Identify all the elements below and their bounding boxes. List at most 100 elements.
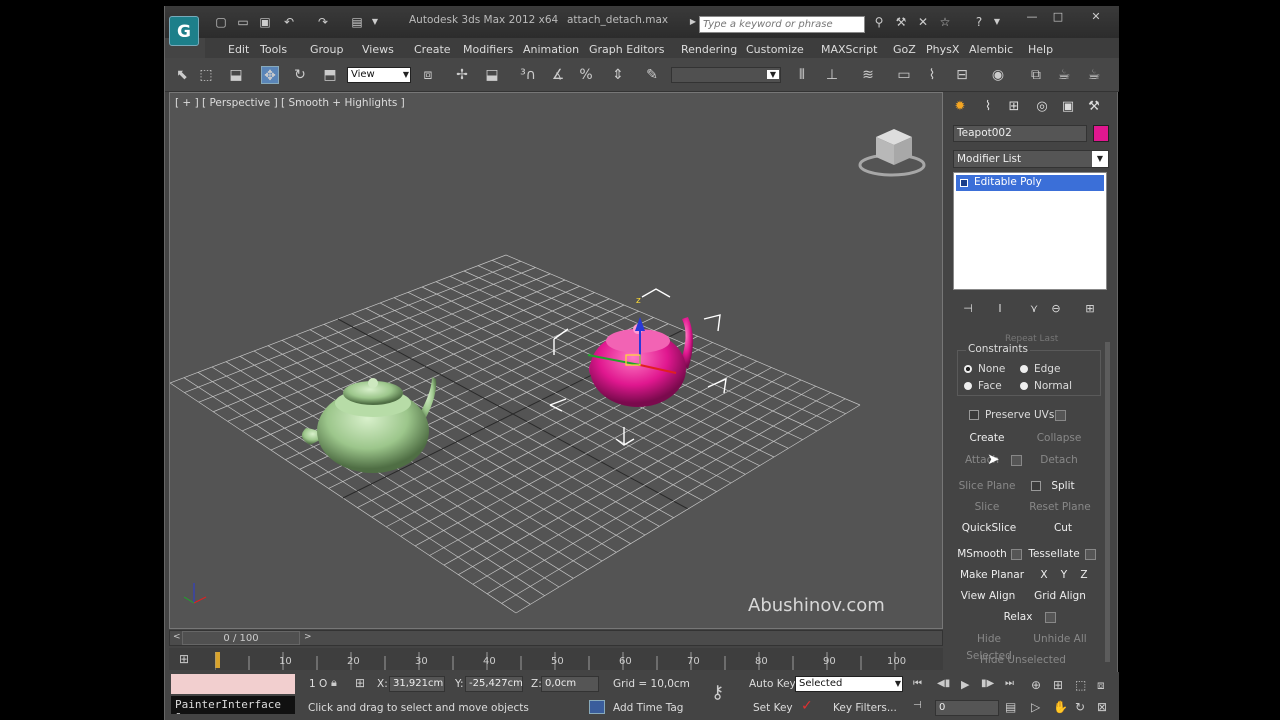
orbit-icon[interactable]: ↻ [1075, 700, 1085, 714]
pin-stack-icon[interactable]: ⊣ [961, 302, 975, 316]
maximize-viewport-icon[interactable]: ⊠ [1097, 700, 1107, 714]
prev-key-icon[interactable]: ◀▮ [937, 678, 950, 689]
msmooth-button[interactable]: MSmooth [955, 546, 1009, 563]
rendered-frame-icon[interactable]: ☕ [1055, 66, 1073, 84]
help-icon[interactable]: ? [971, 15, 987, 29]
unhide-all-button[interactable]: Unhide All [1029, 631, 1091, 648]
tessellate-button[interactable]: Tessellate [1027, 546, 1081, 563]
percent-snap-icon[interactable]: % [577, 66, 595, 84]
reset-plane-button[interactable]: Reset Plane [1027, 499, 1093, 516]
menu-help[interactable]: Help [1028, 43, 1053, 56]
tessellate-settings-button[interactable] [1085, 549, 1096, 560]
planar-y-button[interactable]: Y [1057, 567, 1071, 584]
object-color-swatch[interactable] [1093, 125, 1109, 142]
z-coordinate-field[interactable]: 0,0cm [541, 676, 599, 692]
zoom-extents-icon[interactable]: ⬚ [1075, 678, 1086, 692]
perspective-viewport[interactable]: z [ + ] [ Perspective ] [ Smooth + Highl… [169, 92, 943, 629]
menu-customize[interactable]: Customize [746, 43, 804, 56]
new-file-icon[interactable]: ▢ [213, 15, 229, 29]
grid-align-button[interactable]: Grid Align [1029, 588, 1091, 605]
x-coordinate-field[interactable]: 31,921cm [389, 676, 445, 692]
show-end-result-icon[interactable]: Ⅰ [993, 302, 1007, 316]
cut-button[interactable]: Cut [1037, 520, 1089, 537]
favorites-icon[interactable]: ☆ [937, 15, 953, 29]
menu-tools[interactable]: Tools [260, 43, 287, 56]
maxscript-mini-listener[interactable] [171, 674, 295, 694]
zoom-icon[interactable]: ⊕ [1031, 678, 1041, 692]
quickslice-button[interactable]: QuickSlice [957, 520, 1021, 537]
menu-goz[interactable]: GoZ [893, 43, 916, 56]
edit-named-selection-icon[interactable]: ✎ [643, 66, 661, 84]
select-and-move-icon[interactable]: ✥ [261, 66, 279, 84]
track-bar[interactable]: ⊞ 10 20 30 40 50 60 70 80 90 100 [169, 648, 943, 670]
field-of-view-icon[interactable]: ▷ [1031, 700, 1040, 714]
time-tag-icon[interactable] [589, 700, 605, 714]
make-planar-button[interactable]: Make Planar [957, 567, 1027, 584]
modifier-list-dropdown[interactable]: Modifier List ▼ [953, 150, 1109, 168]
auto-key-button[interactable]: Auto Key [749, 678, 796, 694]
modifier-stack[interactable]: Editable Poly [953, 172, 1107, 290]
help-dropdown-icon[interactable]: ▼ [989, 15, 1005, 29]
view-align-button[interactable]: View Align [957, 588, 1019, 605]
expand-icon[interactable] [960, 179, 968, 187]
zoom-extents-all-icon[interactable]: ⧈ [1097, 678, 1105, 693]
maxscript-output[interactable]: PainterInterface § [171, 696, 295, 714]
select-manipulate-icon[interactable]: ✢ [453, 66, 471, 84]
next-frame-icon[interactable]: > [304, 632, 312, 642]
open-file-icon[interactable]: ▭ [235, 15, 251, 29]
redo-icon[interactable]: ↷ [315, 15, 331, 29]
set-key-button[interactable]: Set Key [753, 702, 793, 718]
binoculars-icon[interactable]: ⚲ [871, 15, 887, 29]
menu-rendering[interactable]: Rendering [681, 43, 737, 56]
relax-button[interactable]: Relax [997, 609, 1039, 626]
object-name-field[interactable]: Teapot002 [953, 125, 1087, 142]
time-config-icon[interactable]: ▤ [1005, 700, 1016, 714]
named-selection-dropdown[interactable]: ▼ [671, 67, 781, 83]
snap-toggle-icon[interactable]: ³∩ [519, 66, 537, 84]
communication-icon[interactable]: ✕ [915, 15, 931, 29]
qa-dropdown-icon[interactable]: ▼ [367, 15, 383, 29]
constraint-face-radio[interactable]: Face [964, 380, 1002, 392]
angle-snap-icon[interactable]: ∡ [549, 66, 567, 84]
y-coordinate-field[interactable]: -25,427cm [465, 676, 523, 692]
pan-icon[interactable]: ✋ [1053, 700, 1068, 714]
key-filters-button[interactable]: Key Filters... [833, 702, 897, 718]
pivot-center-icon[interactable]: ⧈ [419, 66, 437, 84]
motion-tab-icon[interactable]: ◎ [1033, 98, 1051, 116]
menu-modifiers[interactable]: Modifiers [463, 43, 513, 56]
viewcube[interactable] [858, 129, 926, 177]
key-mode-toggle-icon[interactable]: ⊣ [913, 700, 922, 711]
play-icon[interactable]: ▶ [961, 678, 969, 691]
app-logo-button[interactable]: G [169, 16, 199, 46]
set-key-icon[interactable]: ✓ [801, 698, 813, 714]
add-time-tag[interactable]: Add Time Tag [613, 702, 683, 718]
curve-editor-icon[interactable]: ⌇ [923, 66, 941, 84]
spinner-snap-icon[interactable]: ⇕ [609, 66, 627, 84]
menu-physx[interactable]: PhysX [926, 43, 959, 56]
goto-end-icon[interactable]: ⏭ [1005, 678, 1014, 689]
slice-button[interactable]: Slice [957, 499, 1017, 516]
attach-list-button[interactable] [1011, 455, 1022, 466]
make-unique-icon[interactable]: ⋎ [1027, 302, 1041, 316]
utilities-tab-icon[interactable]: ⚒ [1085, 98, 1103, 116]
select-and-rotate-icon[interactable]: ↻ [291, 66, 309, 84]
constraint-normal-radio[interactable]: Normal [1020, 380, 1072, 392]
detach-button[interactable]: Detach [1029, 452, 1089, 469]
menu-graph-editors[interactable]: Graph Editors [589, 43, 665, 56]
menu-create[interactable]: Create [414, 43, 451, 56]
menu-alembic[interactable]: Alembic [969, 43, 1013, 56]
zoom-all-icon[interactable]: ⊞ [1053, 678, 1063, 692]
current-frame-field[interactable]: 0 [935, 700, 999, 716]
create-tab-icon[interactable]: ✹ [951, 98, 969, 116]
slice-plane-button[interactable]: Slice Plane [957, 478, 1017, 495]
planar-x-button[interactable]: X [1037, 567, 1051, 584]
render-setup-icon[interactable]: ⧉ [1027, 66, 1045, 84]
split-checkbox[interactable] [1031, 481, 1041, 491]
align-icon[interactable]: ⊥ [823, 66, 841, 84]
collapse-button[interactable]: Collapse [1029, 430, 1089, 447]
material-editor-icon[interactable]: ◉ [989, 66, 1007, 84]
minimize-icon[interactable]: — [1023, 10, 1041, 24]
graphite-ribbon-icon[interactable]: ▭ [895, 66, 913, 84]
menu-animation[interactable]: Animation [523, 43, 579, 56]
relax-settings-button[interactable] [1045, 612, 1056, 623]
